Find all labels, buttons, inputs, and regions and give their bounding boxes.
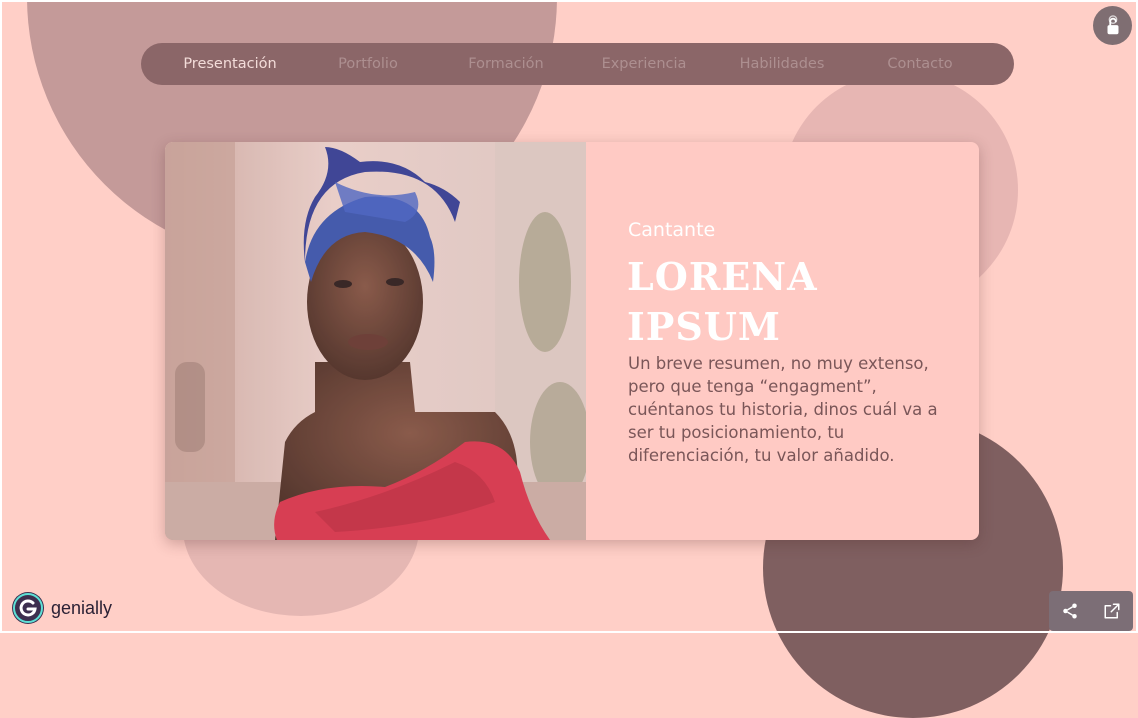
profile-name-line1: LORENA [627, 254, 818, 299]
touch-lock-icon [1107, 14, 1118, 34]
share-button[interactable] [1058, 599, 1082, 623]
genially-logo-text: genially [51, 597, 113, 618]
profile-role: Cantante [628, 219, 716, 241]
profile-photo [165, 142, 586, 540]
genially-logo[interactable]: genially [11, 591, 112, 625]
fullscreen-button[interactable] [1100, 599, 1124, 623]
nav-item-experiencia[interactable]: Experiencia [575, 56, 713, 72]
nav-item-habilidades[interactable]: Habilidades [713, 56, 851, 72]
nav-item-formacion[interactable]: Formación [437, 56, 575, 72]
profile-card: Cantante LORENA IPSUM Un breve resumen, … [165, 142, 979, 540]
nav-item-portfolio[interactable]: Portfolio [299, 56, 437, 72]
share-icon [1063, 603, 1077, 619]
genially-logo-icon [12, 592, 44, 624]
profile-name-line2: IPSUM [627, 304, 781, 349]
nav-item-contacto[interactable]: Contacto [851, 56, 989, 72]
external-link-icon [1104, 603, 1120, 619]
profile-summary: Un breve resumen, no muy extenso, pero q… [628, 354, 938, 465]
main-nav: Presentación Portfolio Formación Experie… [141, 43, 1014, 85]
touch-lock-button[interactable] [1093, 6, 1132, 45]
profile-name: LORENA IPSUM [627, 252, 947, 352]
presentation-actions [1049, 591, 1133, 631]
nav-item-presentacion[interactable]: Presentación [161, 56, 299, 72]
